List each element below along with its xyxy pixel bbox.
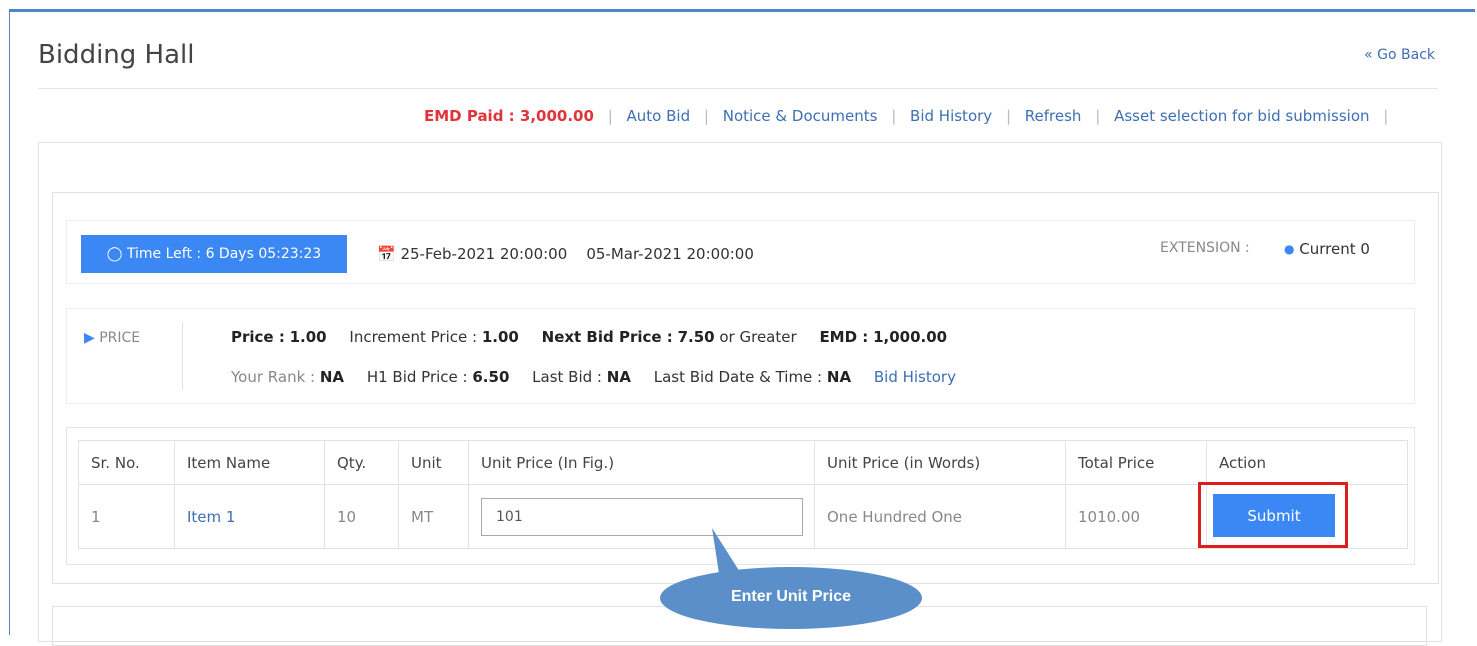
cell-qty: 10 xyxy=(324,484,399,549)
price-label: Price : xyxy=(231,328,285,346)
next-bid-label: Next Bid Price : xyxy=(541,328,673,346)
cell-total-price: 1010.00 xyxy=(1065,484,1207,549)
price-summary: Price : 1.00 Increment Price : 1.00 Next… xyxy=(231,328,965,346)
header-action: Action xyxy=(1206,440,1408,485)
last-bid-time-label: Last Bid Date & Time : xyxy=(653,368,823,386)
last-bid-label: Last Bid : xyxy=(532,368,602,386)
price-row xyxy=(66,308,1415,404)
separator: | xyxy=(891,107,897,125)
emd-paid-label: EMD Paid : 3,000.00 xyxy=(424,107,594,125)
increment-value: 1.00 xyxy=(481,328,519,346)
separator: | xyxy=(1005,107,1012,125)
emd-label: EMD : xyxy=(819,328,869,346)
time-left-badge: ◯ Time Left : 6 Days 05:23:23 xyxy=(81,235,347,273)
calendar-icon: 📅 xyxy=(377,245,396,263)
rank-label: Your Rank : xyxy=(231,368,316,386)
item-name-link[interactable]: Item 1 xyxy=(174,484,325,549)
price-divider xyxy=(182,322,183,390)
emd-value: 1,000.00 xyxy=(873,328,948,346)
separator: | xyxy=(703,107,709,125)
header-unit-price-fig: Unit Price (In Fig.) xyxy=(468,440,815,485)
price-value: 1.00 xyxy=(289,328,327,346)
increment-label: Increment Price : xyxy=(349,328,478,346)
action-links-bar: EMD Paid : 3,000.00 | Auto Bid | Notice … xyxy=(424,107,1397,125)
bid-history-inline-link[interactable]: Bid History xyxy=(874,368,956,386)
time-left-text: Time Left : 6 Days 05:23:23 xyxy=(126,246,322,262)
submit-highlight-box xyxy=(1198,482,1348,548)
extension-current: ● Current 0 xyxy=(1284,240,1370,258)
next-bid-value: 7.50 xyxy=(677,328,715,346)
auction-dates: 📅 25-Feb-2021 20:00:00 05-Mar-2021 20:00… xyxy=(377,245,754,263)
extension-label: EXTENSION : xyxy=(1160,240,1250,256)
asset-selection-link[interactable]: Asset selection for bid submission xyxy=(1114,107,1369,125)
refresh-link[interactable]: Refresh xyxy=(1025,107,1082,125)
h1-label: H1 Bid Price : xyxy=(366,368,468,386)
page-title: Bidding Hall xyxy=(38,40,195,70)
h1-value: 6.50 xyxy=(472,368,510,386)
callout-bubble xyxy=(660,528,922,629)
extension-current-text: Current 0 xyxy=(1299,240,1370,258)
tag-icon: ▶ xyxy=(84,330,95,346)
separator: | xyxy=(607,107,613,125)
separator: | xyxy=(1383,107,1389,125)
bullet-dot-icon: ● xyxy=(1284,242,1295,256)
notice-documents-link[interactable]: Notice & Documents xyxy=(723,107,878,125)
next-bid-suffix: or Greater xyxy=(719,328,797,346)
rank-value: NA xyxy=(319,368,345,386)
last-bid-time-value: NA xyxy=(826,368,852,386)
price-label-text: PRICE xyxy=(99,330,141,346)
cell-sr-no: 1 xyxy=(78,484,175,549)
go-back-link[interactable]: « Go Back xyxy=(1364,47,1435,63)
header-unit-price-words: Unit Price (in Words) xyxy=(814,440,1066,485)
separator: | xyxy=(1095,107,1101,125)
header-total-price: Total Price xyxy=(1065,440,1207,485)
bid-status: Your Rank : NA H1 Bid Price : 6.50 Last … xyxy=(231,368,956,386)
last-bid-value: NA xyxy=(606,368,631,386)
title-divider xyxy=(38,88,1438,89)
callout-text: Enter Unit Price xyxy=(730,588,852,605)
bid-history-link[interactable]: Bid History xyxy=(910,107,992,125)
auction-dates-text: 25-Feb-2021 20:00:00 05-Mar-2021 20:00:0… xyxy=(400,245,754,263)
table-header-row: Sr. No. Item Name Qty. Unit Unit Price (… xyxy=(78,440,1408,485)
cell-unit: MT xyxy=(398,484,469,549)
price-label: ▶ PRICE xyxy=(84,330,140,346)
header-qty: Qty. xyxy=(324,440,399,485)
auto-bid-link[interactable]: Auto Bid xyxy=(627,107,691,125)
header-unit: Unit xyxy=(398,440,469,485)
header-sr-no: Sr. No. xyxy=(78,440,175,485)
header-item-name: Item Name xyxy=(174,440,325,485)
clock-icon: ◯ xyxy=(106,246,123,262)
